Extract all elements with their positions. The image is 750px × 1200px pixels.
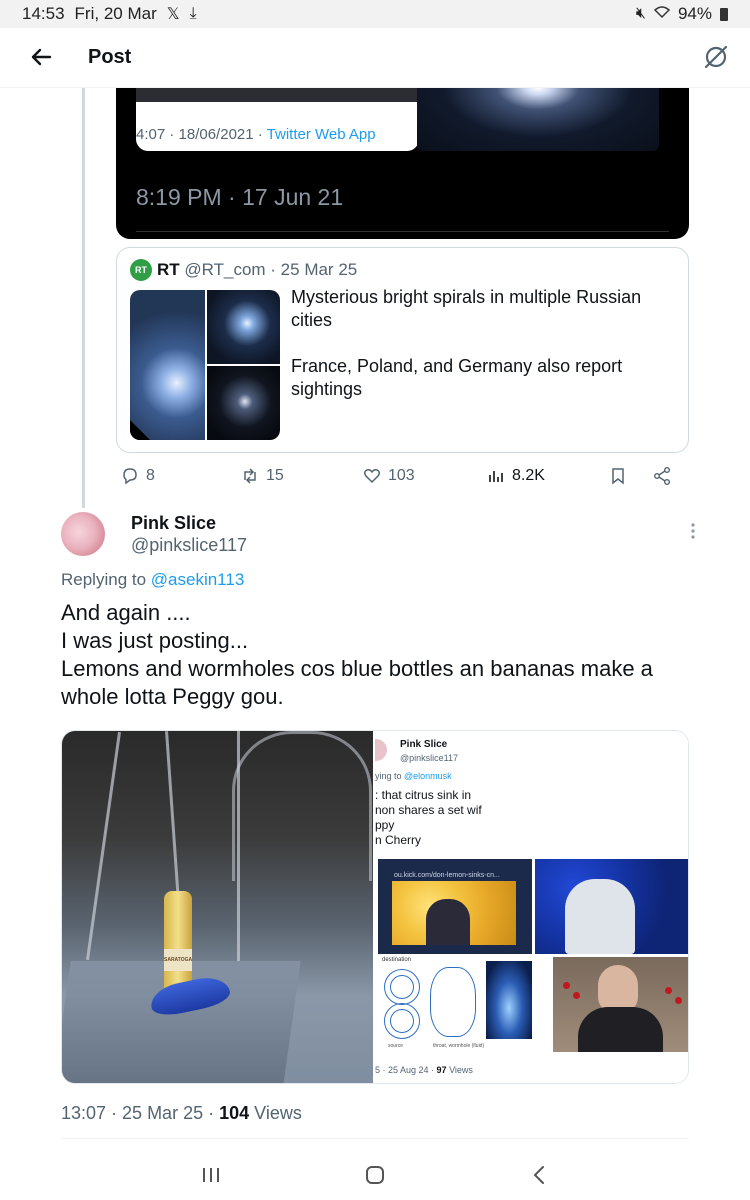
reply-count: 8: [146, 467, 155, 484]
back-nav-icon[interactable]: [525, 1162, 555, 1188]
quote-header: RT @RT_com · 25 Mar 25: [157, 260, 357, 280]
analytics-icon: [489, 471, 503, 482]
x-logo-icon: 𝕏: [166, 6, 180, 23]
quote-avatar: RT: [130, 259, 152, 281]
quote-handle-date: @RT_com · 25 Mar 25: [179, 260, 358, 279]
system-nav-bar: [0, 1150, 750, 1200]
embedded-timestamp: 8:19 PM · 17 Jun 21: [136, 184, 344, 210]
views-count-main: 104: [219, 1103, 250, 1123]
tweet-text: And again .... I was just posting... Lem…: [61, 600, 653, 709]
bookmark-button[interactable]: [608, 462, 628, 490]
media-photo-bottle-banana[interactable]: SARATOGA: [62, 731, 373, 1083]
share-icon: [654, 467, 670, 485]
spiral-photo: [417, 88, 659, 151]
quote-author-name: RT: [157, 260, 180, 279]
reply-icon: [123, 468, 137, 485]
status-bar: 14:53 Fri, 20 Mar 𝕏 ⤓ 🔇︎ 94%: [0, 0, 750, 28]
quoted-post-card[interactable]: RT RT @RT_com · 25 Mar 25 Mysterious bri…: [116, 247, 689, 453]
replying-to-link[interactable]: @asekin113: [151, 570, 245, 589]
share-button[interactable]: [652, 462, 672, 490]
status-date: Fri, 20 Mar: [74, 4, 157, 23]
author-name[interactable]: Pink Slice: [131, 513, 216, 534]
back-arrow-icon[interactable]: [26, 42, 56, 72]
author-handle[interactable]: @pinkslice117: [131, 535, 247, 556]
quote-text: Mysterious bright spirals in multiple Ru…: [291, 287, 642, 399]
repost-icon: [244, 468, 256, 484]
mute-icon: 🔇︎: [635, 5, 646, 22]
like-count: 103: [388, 467, 415, 484]
quote-image-spiral-1[interactable]: [130, 290, 205, 440]
home-icon[interactable]: [360, 1162, 390, 1188]
heart-icon: [363, 469, 381, 484]
repost-count: 15: [266, 467, 284, 484]
battery-icon: [720, 7, 728, 21]
app-header: Post: [0, 28, 750, 88]
page-title: Post: [88, 46, 132, 68]
download-icon: ⤓: [189, 5, 197, 22]
quote-image-spiral-2[interactable]: [207, 290, 280, 364]
battery-percent: 94%: [677, 4, 712, 23]
wifi-icon: [653, 5, 671, 24]
views-count: 8.2K: [512, 467, 545, 484]
bookmark-icon: [612, 468, 624, 485]
views-button[interactable]: 8.2K: [486, 462, 545, 490]
status-time: 14:53: [22, 4, 65, 23]
embedded-meta: 4:07 · 18/06/2021 · Twitter Web App: [136, 126, 376, 143]
quote-image-spiral-3[interactable]: [207, 366, 280, 440]
like-button[interactable]: 103: [362, 462, 415, 490]
repost-button[interactable]: 15: [240, 462, 284, 490]
avatar[interactable]: [61, 512, 105, 556]
reply-button[interactable]: 8: [120, 462, 155, 490]
post-actions: 8 15 103 8.2K: [116, 462, 689, 490]
thread-line: [82, 88, 85, 508]
more-options-icon[interactable]: [683, 520, 703, 542]
parent-post-media[interactable]: 4:07 · 18/06/2021 · Twitter Web App 8:19…: [116, 88, 689, 239]
tweet-media[interactable]: SARATOGA Pink Slice @pinkslice117 ying t…: [61, 730, 689, 1084]
recents-icon[interactable]: [196, 1162, 226, 1188]
embedded-tweet-screenshot: 4:07 · 18/06/2021 · Twitter Web App: [136, 88, 419, 151]
grok-icon[interactable]: [702, 43, 730, 71]
media-screenshot[interactable]: Pink Slice @pinkslice117 ying to @elonmu…: [375, 731, 688, 1083]
tweet-timestamp: 13:07 · 25 Mar 25 · 104 Views: [61, 1103, 302, 1123]
replying-to: Replying to @asekin113: [61, 570, 245, 589]
